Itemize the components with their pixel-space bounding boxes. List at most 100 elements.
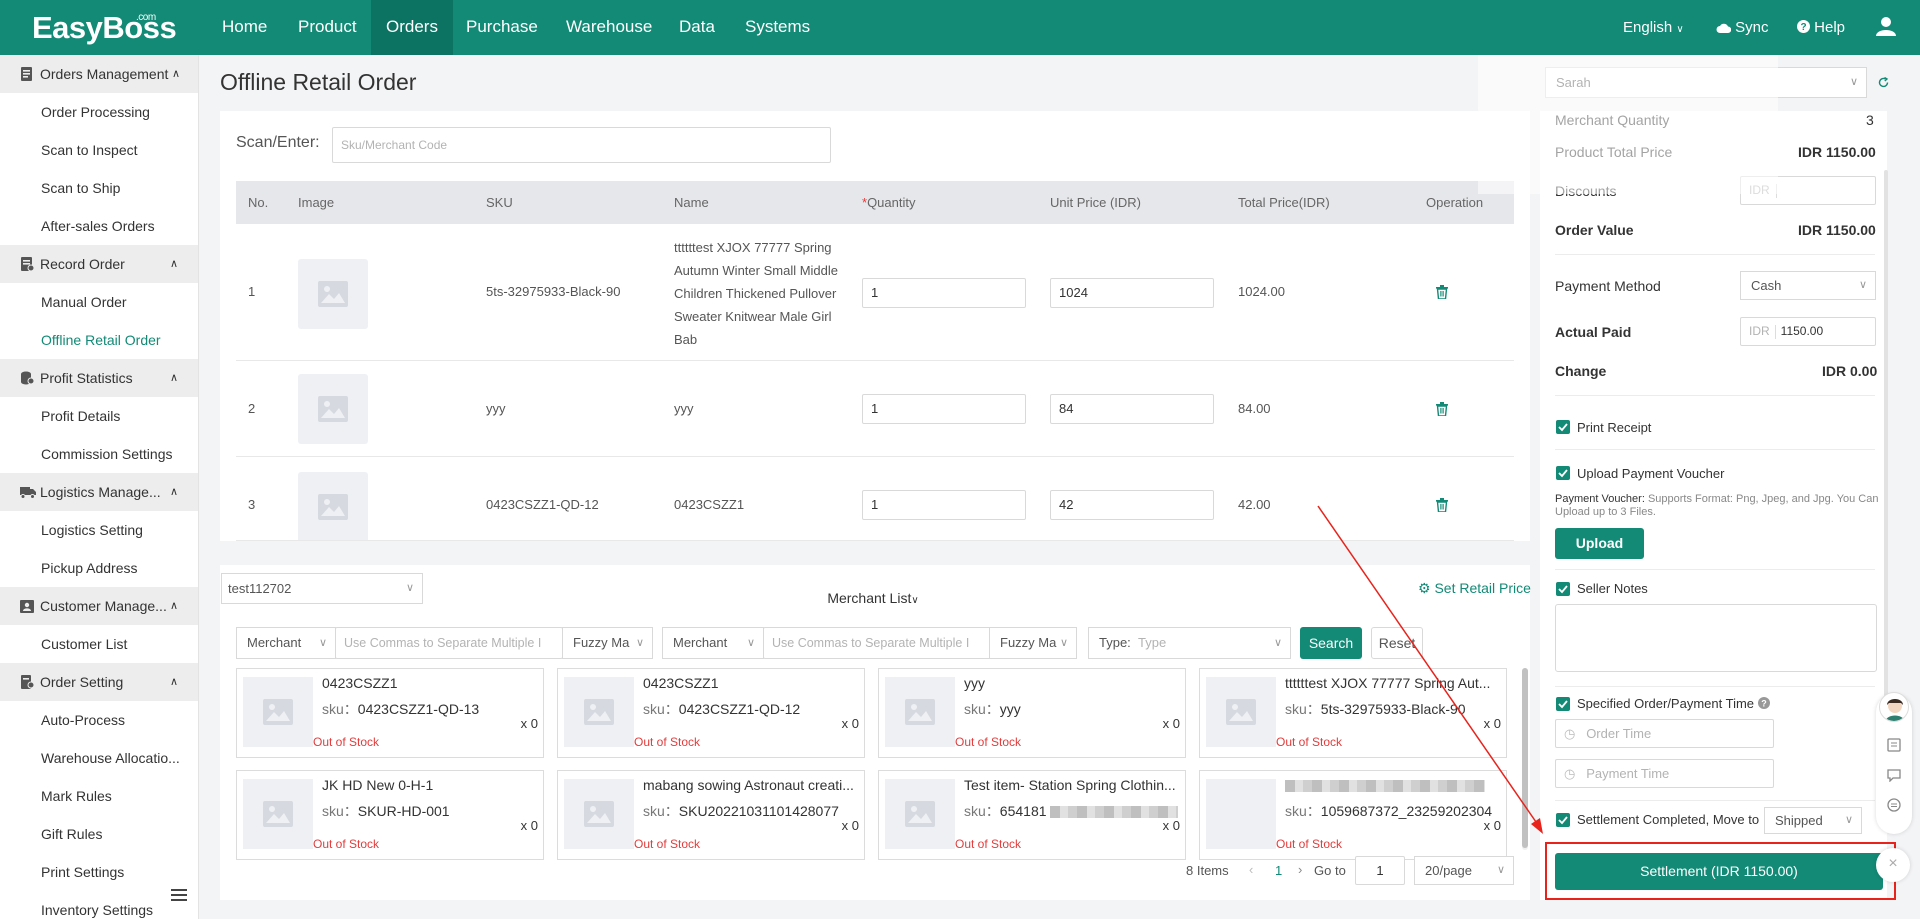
quantity-input[interactable]: 1 [862, 490, 1026, 520]
payment-method-select[interactable]: Cash ∨ [1740, 271, 1876, 300]
unit-price-input[interactable]: 42 [1050, 490, 1214, 520]
sidebar-item-print-settings[interactable]: Print Settings [0, 853, 198, 891]
help-button[interactable]: ? Help [1797, 0, 1845, 55]
delete-icon[interactable] [1435, 285, 1449, 299]
set-retail-price-link[interactable]: ⚙ Set Retail Price [1418, 580, 1531, 597]
sidebar-item-profit-details[interactable]: Profit Details [0, 397, 198, 435]
move-to-select[interactable]: Shipped ∨ [1764, 807, 1862, 834]
page-size-select[interactable]: 20/page ∨ [1414, 856, 1514, 885]
actual-paid-input[interactable]: IDR 1150.00 [1740, 317, 1876, 346]
filter1-input[interactable]: Use Commas to Separate Multiple I [335, 627, 563, 659]
nav-warehouse[interactable]: Warehouse [551, 0, 667, 55]
sidebar-item-manual-order[interactable]: Manual Order [0, 283, 198, 321]
nav-home[interactable]: Home [207, 0, 282, 55]
sidebar-group-profit-statistics[interactable]: Profit Statistics ∧ [0, 359, 198, 397]
pager-prev-icon[interactable]: ‹ [1249, 862, 1253, 877]
upload-button[interactable]: Upload [1555, 528, 1644, 559]
sidebar-item-scan-to-inspect[interactable]: Scan to Inspect [0, 131, 198, 169]
unit-price-input[interactable]: 84 [1050, 394, 1214, 424]
merchant-card[interactable]: JK HD New 0-H-1 sku：SKUR-HD-001 x 0 Out … [236, 770, 544, 860]
sidebar-group-logistics-management[interactable]: Logistics Manage... ∧ [0, 473, 198, 511]
divider [1555, 800, 1875, 801]
collapse-menu-icon[interactable] [171, 889, 187, 903]
delete-icon[interactable] [1435, 498, 1449, 512]
discounts-input[interactable]: IDR [1740, 176, 1876, 205]
payment-time-input[interactable]: ◷ Payment Time [1555, 759, 1774, 788]
print-receipt-checkbox[interactable] [1556, 420, 1570, 434]
sidebar-group-record-order[interactable]: Record Order ∧ [0, 245, 198, 283]
reset-button[interactable]: Reset [1371, 627, 1423, 659]
merchant-card[interactable]: yyy sku：yyy x 0 Out of Stock [878, 668, 1186, 758]
sidebar-item-mark-rules[interactable]: Mark Rules [0, 777, 198, 815]
pager-current-page[interactable]: 1 [1275, 863, 1282, 878]
sidebar-item-customer-list[interactable]: Customer List [0, 625, 198, 663]
user-icon[interactable] [1876, 16, 1896, 36]
merchant-card[interactable]: mabang sowing Astronaut creati... sku：SK… [557, 770, 865, 860]
sidebar-item-offline-retail-order[interactable]: Offline Retail Order [0, 321, 198, 359]
type-select[interactable]: Type: Type ∨ [1088, 627, 1291, 659]
col-image: Image [298, 195, 335, 210]
sidebar-item-order-processing[interactable]: Order Processing [0, 93, 198, 131]
redacted-text [1285, 780, 1485, 793]
merchant-card[interactable]: ttttttest XJOX 77777 Spring Aut... sku：5… [1199, 668, 1507, 758]
sidebar-item-pickup-address[interactable]: Pickup Address [0, 549, 198, 587]
merchant-card[interactable]: Test item- Station Spring Clothin... sku… [878, 770, 1186, 860]
specified-time-checkbox[interactable] [1556, 697, 1570, 711]
chat-icon[interactable] [1887, 768, 1901, 782]
card-scrollbar-track[interactable] [1522, 668, 1528, 850]
sidebar-item-inventory-settings[interactable]: Inventory Settings [0, 891, 198, 919]
nav-purchase[interactable]: Purchase [451, 0, 553, 55]
filter2-mode-select[interactable]: Fuzzy Ma ∨ [989, 627, 1077, 659]
card-scrollbar-thumb[interactable] [1522, 668, 1528, 848]
row-total: 1024.00 [1238, 284, 1285, 299]
document-icon[interactable] [1887, 738, 1901, 752]
refresh-icon[interactable] [1878, 77, 1889, 88]
nav-systems[interactable]: Systems [730, 0, 825, 55]
settlement-completed-label: Settlement Completed, Move to [1577, 812, 1760, 827]
easyboss-logo[interactable]: EasyBoss .com [32, 10, 177, 46]
nav-data[interactable]: Data [664, 0, 730, 55]
order-time-input[interactable]: ◷ Order Time [1555, 719, 1774, 748]
sidebar-group-order-setting[interactable]: Order Setting ∧ [0, 663, 198, 701]
quantity-input[interactable]: 1 [862, 278, 1026, 308]
search-button[interactable]: Search [1300, 627, 1362, 659]
filter2-type-select[interactable]: Merchant ∨ [662, 627, 764, 659]
exchange-icon[interactable] [1887, 798, 1901, 812]
sidebar-group-orders-management[interactable]: Orders Management ∧ [0, 55, 198, 93]
divider [1555, 395, 1875, 396]
sidebar-item-gift-rules[interactable]: Gift Rules [0, 815, 198, 853]
merchant-card[interactable]: 0423CSZZ1 sku：0423CSZZ1-QD-13 x 0 Out of… [236, 668, 544, 758]
upload-voucher-checkbox[interactable] [1556, 466, 1570, 480]
filter1-type-select[interactable]: Merchant ∨ [236, 627, 336, 659]
sidebar-item-logistics-setting[interactable]: Logistics Setting [0, 511, 198, 549]
settlement-completed-checkbox[interactable] [1556, 813, 1570, 827]
unit-price-input[interactable]: 1024 [1050, 278, 1214, 308]
sync-button[interactable]: Sync [1716, 0, 1769, 55]
pager-goto-input[interactable]: 1 [1355, 856, 1405, 885]
pager-next-icon[interactable]: › [1298, 862, 1302, 877]
seller-notes-textarea[interactable] [1555, 604, 1877, 672]
nav-product[interactable]: Product [283, 0, 372, 55]
sidebar-item-scan-to-ship[interactable]: Scan to Ship [0, 169, 198, 207]
help-circle-icon[interactable]: ? [1758, 697, 1770, 709]
filter1-mode-select[interactable]: Fuzzy Ma ∨ [562, 627, 653, 659]
scan-input[interactable]: Sku/Merchant Code [332, 127, 831, 163]
sidebar-item-after-sales-orders[interactable]: After-sales Orders [0, 207, 198, 245]
sidebar-item-commission-settings[interactable]: Commission Settings [0, 435, 198, 473]
filter2-input[interactable]: Use Commas to Separate Multiple I [763, 627, 991, 659]
tab-merchant-list[interactable]: Merchant List∨ [812, 583, 934, 614]
assistant-avatar[interactable] [1879, 692, 1909, 722]
sidebar-item-auto-process[interactable]: Auto-Process [0, 701, 198, 739]
nav-orders[interactable]: Orders [371, 0, 453, 55]
quantity-input[interactable]: 1 [862, 394, 1026, 424]
delete-icon[interactable] [1435, 402, 1449, 416]
store-select[interactable]: test112702 ∨ [221, 573, 423, 604]
sidebar-item-warehouse-allocation[interactable]: Warehouse Allocatio... [0, 739, 198, 777]
close-icon[interactable]: × [1876, 848, 1910, 882]
merchant-card[interactable]: sku：1059687372_23259202304 x 0 Out of St… [1199, 770, 1507, 860]
salesperson-select[interactable]: Sarah ∨ [1545, 67, 1867, 98]
sidebar-group-customer-management[interactable]: Customer Manage... ∧ [0, 587, 198, 625]
language-selector[interactable]: English ∨ [1623, 0, 1684, 55]
merchant-card[interactable]: 0423CSZZ1 sku：0423CSZZ1-QD-12 x 0 Out of… [557, 668, 865, 758]
seller-notes-checkbox[interactable] [1556, 582, 1570, 596]
